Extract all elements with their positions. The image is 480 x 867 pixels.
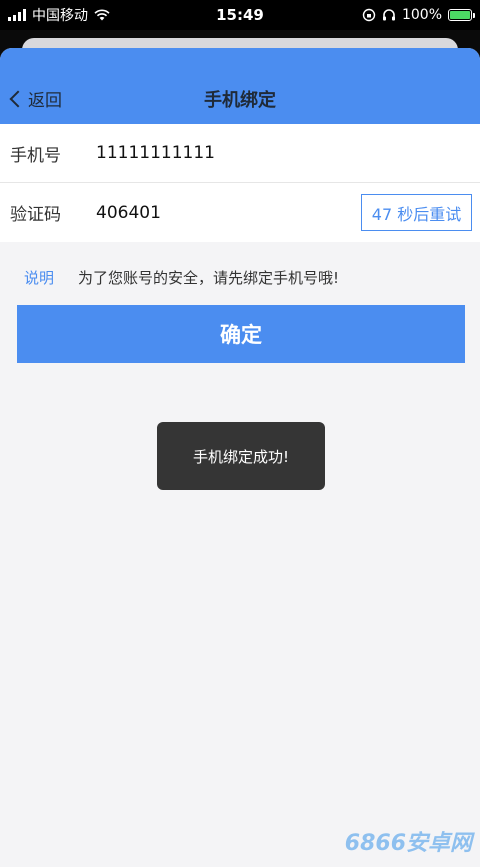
code-row: 验证码 406401 47 秒后重试 [0,183,480,242]
note: 说明 为了您账号的安全，请先绑定手机号哦! [0,264,480,290]
wifi-icon [94,9,110,21]
note-text: 为了您账号的安全，请先绑定手机号哦! [78,268,340,287]
success-toast: 手机绑定成功! [157,422,325,490]
signal-icon [8,9,26,21]
status-right: 100% [362,7,475,23]
note-tag: 说明 [24,268,55,287]
page-title: 手机绑定 [204,90,276,111]
bind-form: 手机号 11111111111 验证码 406401 47 秒后重试 [0,124,480,242]
phone-row: 手机号 11111111111 [0,124,480,183]
lock-rotation-icon [362,8,376,22]
headphones-icon [382,9,395,21]
code-input[interactable]: 406401 [96,203,161,223]
bind-phone-sheet: 返回 手机绑定 手机号 11111111111 验证码 406401 47 秒后… [0,48,480,867]
watermark-logo: 6866安卓网 [344,831,472,856]
status-bar: 中国移动 15:49 100% [0,0,480,30]
code-label: 验证码 [10,205,61,225]
battery-percent: 100% [401,7,442,23]
resend-code-button[interactable]: 47 秒后重试 [361,194,472,231]
phone-input[interactable]: 11111111111 [96,143,215,163]
battery-icon [448,9,475,21]
phone-label: 手机号 [10,145,61,166]
nav-bar: 返回 手机绑定 [0,48,480,124]
confirm-button[interactable]: 确定 [17,305,465,363]
status-left: 中国移动 [8,5,110,25]
carrier-label: 中国移动 [32,8,88,24]
